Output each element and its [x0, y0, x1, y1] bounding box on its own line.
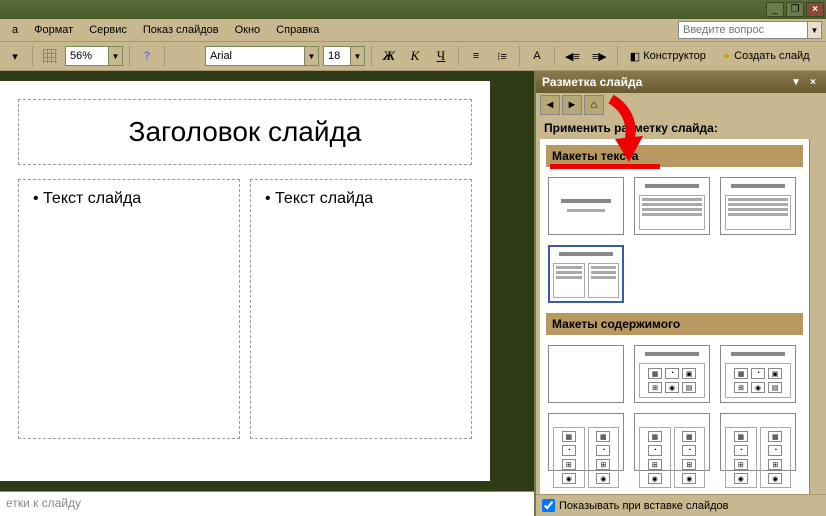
font-size-combo: ▼ — [323, 46, 365, 66]
increase-indent-icon[interactable]: ≡▶ — [588, 45, 611, 67]
italic-button[interactable]: К — [404, 45, 426, 67]
menu-item-help[interactable]: Справка — [268, 21, 327, 39]
restore-button[interactable]: ❐ — [786, 2, 804, 17]
layout-scrollbar[interactable] — [809, 139, 826, 494]
section-text-layouts: Макеты текста — [546, 145, 803, 167]
layout-title-only[interactable] — [548, 177, 624, 235]
zoom-input[interactable] — [65, 46, 109, 66]
layout-content-alt[interactable]: ▦◔▣⊞◉▤ — [720, 345, 796, 403]
layout-title-text[interactable] — [634, 177, 710, 235]
align-left-icon[interactable]: ≡ — [465, 45, 487, 67]
font-name-dropdown-icon[interactable]: ▼ — [305, 46, 319, 66]
zoom-combo: ▼ — [65, 46, 123, 66]
slide-title-text: Заголовок слайда — [29, 116, 461, 148]
font-name-combo: ▼ — [205, 46, 319, 66]
minimize-button[interactable]: _ — [766, 2, 784, 17]
slide-col2-text: Текст слайда — [265, 190, 457, 208]
ask-question-box: ▼ — [678, 21, 822, 39]
nav-forward-icon[interactable]: ► — [562, 95, 582, 115]
task-pane-menu-icon[interactable]: ▼ — [789, 75, 803, 89]
task-pane-close-icon[interactable]: × — [806, 75, 820, 89]
slide-col1-text: Текст слайда — [33, 190, 225, 208]
menu-item-format[interactable]: Формат — [26, 21, 81, 39]
layout-two-content[interactable]: ▦◔⊞◉ ▦◔⊞◉ — [548, 413, 624, 471]
designer-button[interactable]: ◧ Конструктор — [624, 45, 712, 67]
decrease-indent-icon[interactable]: ◀≡ — [561, 45, 584, 67]
bold-button[interactable]: Ж — [378, 45, 400, 67]
menu-item-window[interactable]: Окно — [227, 21, 269, 39]
font-size-dropdown-icon[interactable]: ▼ — [351, 46, 365, 66]
bullets-icon[interactable]: ⁝≡ — [491, 45, 513, 67]
section-content-layouts: Макеты содержимого — [546, 313, 803, 335]
show-on-insert-label: Показывать при вставке слайдов — [559, 500, 729, 512]
toolbar-btn-generic1[interactable]: ▾ — [4, 45, 26, 67]
notes-pane[interactable]: етки к слайду — [0, 491, 534, 516]
grid-icon[interactable] — [39, 45, 61, 67]
annotation-underline — [550, 164, 660, 169]
layout-two-content-b[interactable]: ▦◔⊞◉ ▦◔⊞◉ — [634, 413, 710, 471]
task-pane-nav: ◄ ► ⌂ — [536, 93, 826, 117]
task-pane-footer: Показывать при вставке слайдов — [536, 494, 826, 516]
slide-text-column-2[interactable]: Текст слайда — [250, 179, 472, 439]
layout-content[interactable]: ▦◔▣⊞◉▤ — [634, 345, 710, 403]
ask-dropdown-icon[interactable]: ▼ — [808, 21, 822, 39]
menu-item-0[interactable]: а — [4, 21, 26, 39]
new-slide-button[interactable]: ✦ Создать слайд — [716, 45, 816, 67]
increase-font-icon[interactable]: A — [526, 45, 548, 67]
slide-text-column-1[interactable]: Текст слайда — [18, 179, 240, 439]
window-titlebar: _ ❐ × — [0, 0, 826, 19]
menu-bar: а Формат Сервис Показ слайдов Окно Справ… — [0, 19, 826, 41]
slide-title-placeholder[interactable]: Заголовок слайда — [18, 99, 472, 165]
close-button[interactable]: × — [806, 2, 824, 17]
task-pane-title: Разметка слайда — [542, 75, 642, 89]
layout-two-content-c[interactable]: ▦◔⊞◉ ▦◔⊞◉ — [720, 413, 796, 471]
slide[interactable]: Заголовок слайда Текст слайда Текст слай… — [0, 81, 490, 481]
font-size-input[interactable] — [323, 46, 351, 66]
nav-back-icon[interactable]: ◄ — [540, 95, 560, 115]
new-slide-icon: ✦ — [722, 50, 731, 63]
task-pane: Разметка слайда ▼ × ◄ ► ⌂ Применить разм… — [534, 71, 826, 516]
toolbar: ▾ ▼ ? ▼ ▼ Ж К Ч ≡ ⁝≡ A ◀≡ ≡▶ ◧ Конструкт… — [0, 41, 826, 71]
font-name-input[interactable] — [205, 46, 305, 66]
task-pane-header: Разметка слайда ▼ × — [536, 71, 826, 93]
help-icon[interactable]: ? — [136, 45, 158, 67]
underline-button[interactable]: Ч — [430, 45, 452, 67]
layout-list: Макеты текста — [540, 139, 809, 494]
layout-title-text-alt[interactable] — [720, 177, 796, 235]
layout-blank[interactable] — [548, 345, 624, 403]
nav-home-icon[interactable]: ⌂ — [584, 95, 604, 115]
menu-item-tools[interactable]: Сервис — [81, 21, 135, 39]
ask-question-input[interactable] — [678, 21, 808, 39]
slide-editor-area: Заголовок слайда Текст слайда Текст слай… — [0, 71, 534, 516]
layout-two-column-text[interactable] — [548, 245, 624, 303]
zoom-dropdown-icon[interactable]: ▼ — [109, 46, 123, 66]
designer-icon: ◧ — [630, 50, 640, 63]
show-on-insert-checkbox[interactable] — [542, 499, 555, 512]
menu-item-slideshow[interactable]: Показ слайдов — [135, 21, 227, 39]
apply-layout-label: Применить разметку слайда: — [536, 117, 826, 139]
